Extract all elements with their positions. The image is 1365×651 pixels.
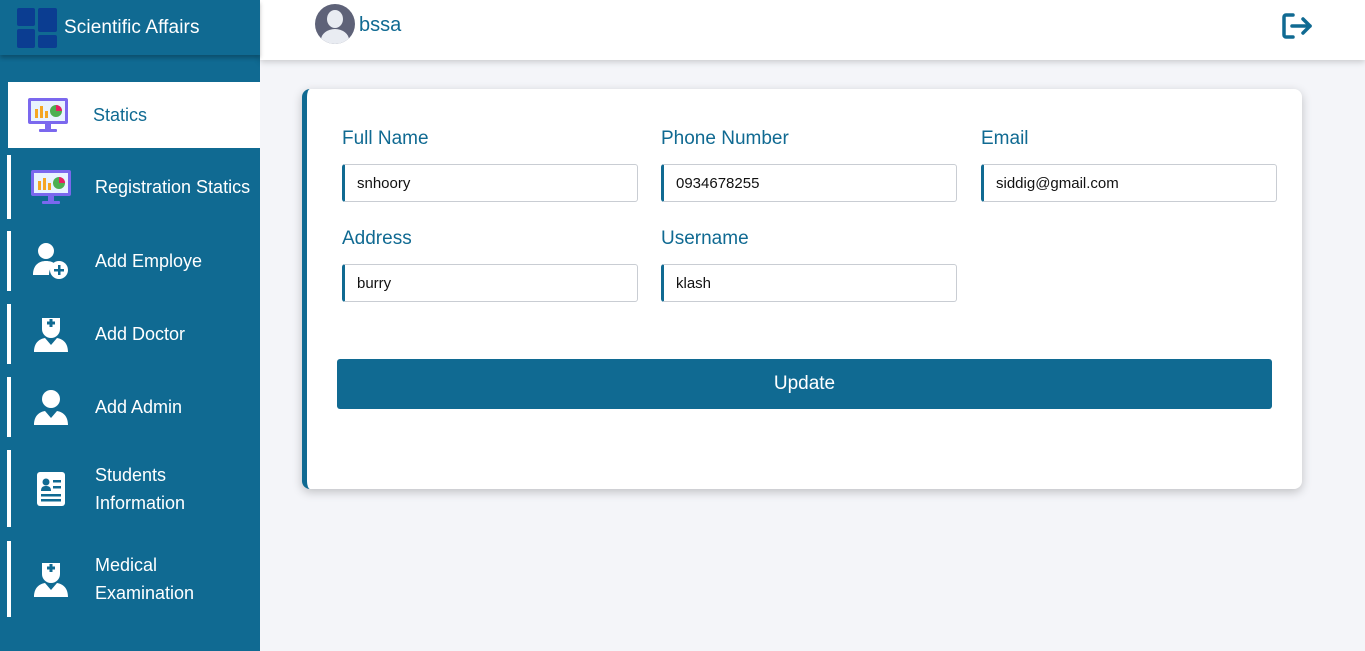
- app-title: Scientific Affairs: [64, 16, 200, 38]
- sidebar-item-students-information[interactable]: Students Information: [7, 450, 260, 527]
- sidebar-item-add-employe[interactable]: Add Employe: [7, 231, 260, 291]
- username-field: Username: [661, 226, 957, 302]
- sidebar-item-label: Add Employe: [95, 251, 203, 271]
- doctor-icon: [29, 312, 73, 356]
- sidebar: Statics Registration Statics Add Employe…: [0, 55, 260, 651]
- monitor-chart-icon: [29, 165, 73, 209]
- username-field-label: Username: [661, 228, 749, 249]
- full-name-input[interactable]: [342, 164, 638, 202]
- sidebar-item-label: Students Information: [95, 464, 186, 513]
- sidebar-item-label: Registration Statics: [95, 177, 251, 197]
- phone-number-field: Phone Number: [661, 126, 957, 202]
- address-label: Address: [342, 228, 412, 249]
- top-bar: bssa: [260, 0, 1365, 60]
- full-name-label: Full Name: [342, 128, 429, 149]
- sidebar-item-label: Medical Examination: [95, 555, 195, 603]
- sidebar-item-medical-examination[interactable]: Medical Examination: [7, 541, 260, 617]
- logout-icon[interactable]: [1281, 12, 1315, 40]
- app-logo-icon: [17, 7, 57, 48]
- sidebar-item-add-admin[interactable]: Add Admin: [7, 377, 260, 437]
- full-name-field: Full Name: [342, 126, 638, 202]
- email-label: Email: [981, 128, 1029, 149]
- profile-form-card: Full Name Phone Number Email Address Use…: [302, 89, 1302, 489]
- sidebar-item-add-doctor[interactable]: Add Doctor: [7, 304, 260, 364]
- sidebar-item-label: Statics: [93, 105, 148, 125]
- admin-user-icon: [29, 385, 73, 429]
- sidebar-item-label: Add Doctor: [95, 324, 186, 344]
- add-user-icon: [29, 239, 73, 283]
- update-button[interactable]: Update: [337, 359, 1272, 409]
- id-card-icon: [29, 467, 73, 511]
- sidebar-divider: [0, 60, 260, 82]
- address-field: Address: [342, 226, 638, 302]
- email-input[interactable]: [981, 164, 1277, 202]
- sidebar-item-registration-statics[interactable]: Registration Statics: [7, 155, 260, 219]
- avatar[interactable]: [315, 4, 355, 44]
- sidebar-item-label: Add Admin: [95, 397, 183, 417]
- address-input[interactable]: [342, 264, 638, 302]
- email-field: Email: [981, 126, 1277, 202]
- doctor-icon: [29, 557, 73, 601]
- username-label: bssa: [359, 14, 402, 36]
- username-input[interactable]: [661, 264, 957, 302]
- monitor-chart-icon: [26, 93, 70, 137]
- phone-number-label: Phone Number: [661, 128, 789, 149]
- brand-bar: Scientific Affairs: [0, 0, 260, 55]
- sidebar-item-statics[interactable]: Statics: [4, 82, 260, 148]
- phone-number-input[interactable]: [661, 164, 957, 202]
